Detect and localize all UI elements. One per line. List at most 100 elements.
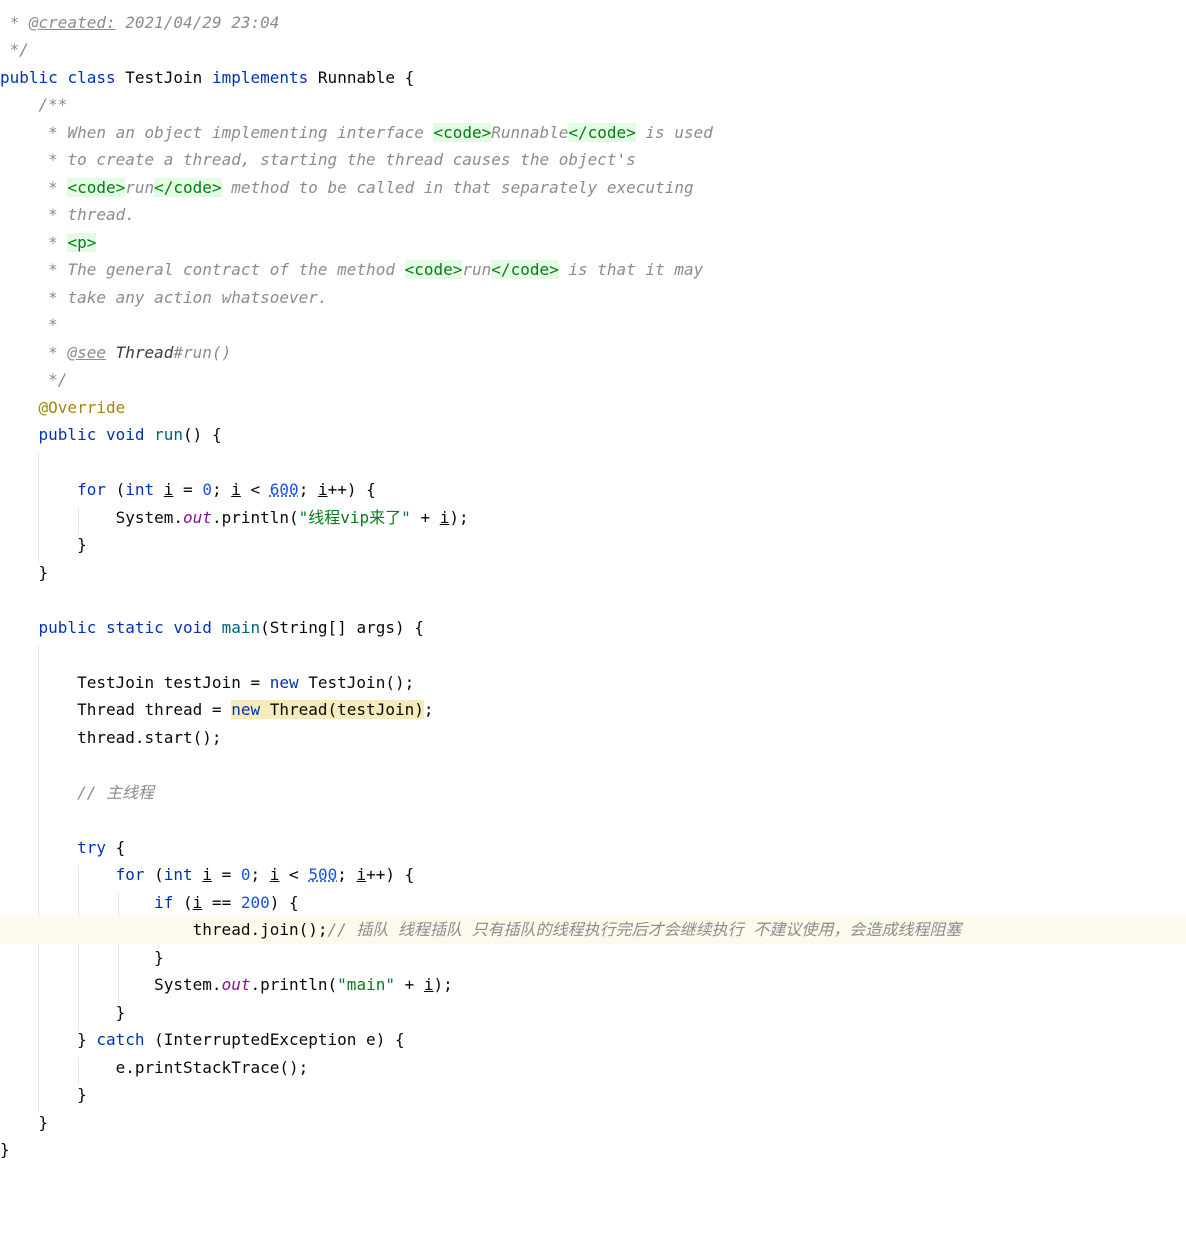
code-line[interactable]: TestJoin testJoin = new TestJoin(); (0, 669, 1186, 697)
javadoc-see-tag: @see (67, 343, 106, 362)
code-line[interactable]: System.out.println("main" + i); (0, 971, 1186, 999)
keyword-try: try (77, 838, 106, 857)
code-line[interactable]: } (0, 944, 1186, 972)
code-text: System. (154, 975, 222, 994)
code-line[interactable]: * @see Thread#run() (0, 339, 1186, 367)
keyword-implements: implements (211, 68, 309, 87)
code-line[interactable]: */ (0, 366, 1186, 394)
code-line[interactable]: if (i == 200) { (0, 889, 1186, 917)
code-punct: == (202, 893, 241, 912)
keyword-class: class (67, 68, 116, 87)
javadoc-text: Runnable (491, 123, 569, 142)
loop-variable: i (231, 480, 241, 499)
code-line[interactable]: /** (0, 91, 1186, 119)
javadoc-text: method to be called in that separately e… (221, 178, 694, 197)
code-line[interactable]: * thread. (0, 201, 1186, 229)
code-line[interactable]: public class TestJoin implements Runnabl… (0, 64, 1186, 92)
code-line[interactable]: } (0, 999, 1186, 1027)
loop-variable: i (202, 865, 212, 884)
code-line[interactable]: * <code>run</code> method to be called i… (0, 174, 1186, 202)
loop-variable: i (192, 893, 203, 912)
line-comment: // 主线程 (77, 783, 154, 802)
number-literal: 200 (240, 893, 270, 912)
method-name-run: run (154, 425, 184, 444)
code-line[interactable]: * When an object implementing interface … (0, 119, 1186, 147)
code-line[interactable]: for (int i = 0; i < 600; i++) { (0, 476, 1186, 504)
code-line[interactable]: for (int i = 0; i < 500; i++) { (0, 861, 1186, 889)
string-literal: "线程vip来了" (298, 508, 411, 527)
javadoc-html-tag: <code> (433, 123, 492, 142)
doc-star: * (0, 13, 29, 32)
javadoc-text: * to create a thread, starting the threa… (48, 150, 636, 169)
javadoc-open: /** (38, 95, 68, 114)
code-text: (String[] args) { (260, 618, 424, 637)
javadoc-html-tag: <code> (404, 260, 463, 279)
keyword-new: new (269, 673, 299, 692)
method-name-main: main (221, 618, 261, 637)
code-line[interactable]: // 主线程 (0, 779, 1186, 807)
javadoc-text: run (462, 260, 492, 279)
code-line[interactable]: } catch (InterruptedException e) { (0, 1026, 1186, 1054)
code-line[interactable]: System.out.println("线程vip来了" + i); (0, 504, 1186, 532)
code-punct: ( (173, 893, 193, 912)
javadoc-html-tag: </code> (491, 260, 559, 279)
doc-created-value: 2021/04/29 23:04 (115, 13, 280, 32)
code-punct: ( (105, 480, 126, 499)
javadoc-star: * (48, 178, 68, 197)
code-punct: } (77, 1030, 97, 1049)
code-line[interactable]: @Override (0, 394, 1186, 422)
javadoc-see-member[interactable]: #run() (173, 343, 231, 362)
code-line[interactable]: } (0, 1136, 1186, 1164)
javadoc-text: * When an object implementing interface (48, 123, 434, 142)
code-line[interactable]: } (0, 559, 1186, 587)
loop-variable: i (163, 480, 174, 499)
number-literal: 0 (240, 865, 251, 884)
javadoc-html-tag: </code> (154, 178, 222, 197)
code-line[interactable]: Thread thread = new Thread(testJoin); (0, 696, 1186, 724)
code-line[interactable]: */ (0, 36, 1186, 64)
javadoc-star: * (48, 233, 68, 252)
code-line[interactable]: * <p> (0, 229, 1186, 257)
keyword-int: int (125, 480, 155, 499)
code-line[interactable]: public void run() { (0, 421, 1186, 449)
code-line[interactable]: try { (0, 834, 1186, 862)
code-line[interactable]: public static void main(String[] args) { (0, 614, 1186, 642)
code-line[interactable]: } (0, 1109, 1186, 1137)
class-name: TestJoin (125, 68, 203, 87)
code-line[interactable]: thread.start(); (0, 724, 1186, 752)
javadoc-html-tag: <code> (67, 178, 126, 197)
code-punct: ; (250, 865, 270, 884)
keyword-public: public (38, 618, 97, 637)
code-punct: + (394, 975, 424, 994)
keyword-for: for (115, 865, 145, 884)
code-punct: () { (183, 425, 222, 444)
loop-variable: i (317, 480, 328, 499)
code-text: .println( (211, 508, 299, 527)
loop-variable: i (356, 865, 367, 884)
code-line[interactable]: e.printStackTrace(); (0, 1054, 1186, 1082)
code-line[interactable]: * take any action whatsoever. (0, 284, 1186, 312)
current-code-line[interactable]: thread.join();// 插队 线程插队 只有插队的线程执行完后才会继续… (0, 916, 1186, 944)
code-punct: ; (423, 700, 434, 719)
override-annotation: @Override (38, 398, 126, 417)
code-punct: ( (144, 865, 164, 884)
static-field-out: out (183, 508, 212, 527)
close-brace: } (77, 1085, 87, 1104)
javadoc-html-tag: </code> (568, 123, 636, 142)
code-line[interactable]: } (0, 531, 1186, 559)
code-editor[interactable]: * @created: 2021/04/29 23:04 */ public c… (0, 0, 1186, 1238)
keyword-if: if (154, 893, 174, 912)
loop-variable: i (423, 975, 434, 994)
code-punct: < (240, 480, 270, 499)
code-line[interactable]: * (0, 311, 1186, 339)
code-line[interactable]: * @created: 2021/04/29 23:04 (0, 9, 1186, 37)
code-text: e.printStackTrace(); (115, 1058, 309, 1077)
code-line[interactable]: * The general contract of the method <co… (0, 256, 1186, 284)
code-text: Thread(testJoin) (260, 700, 424, 719)
keyword-void: void (173, 618, 212, 637)
number-literal: 0 (202, 480, 212, 499)
code-line[interactable]: * to create a thread, starting the threa… (0, 146, 1186, 174)
static-field-out: out (221, 975, 251, 994)
javadoc-see-class[interactable]: Thread (106, 343, 174, 362)
code-line[interactable]: } (0, 1081, 1186, 1109)
